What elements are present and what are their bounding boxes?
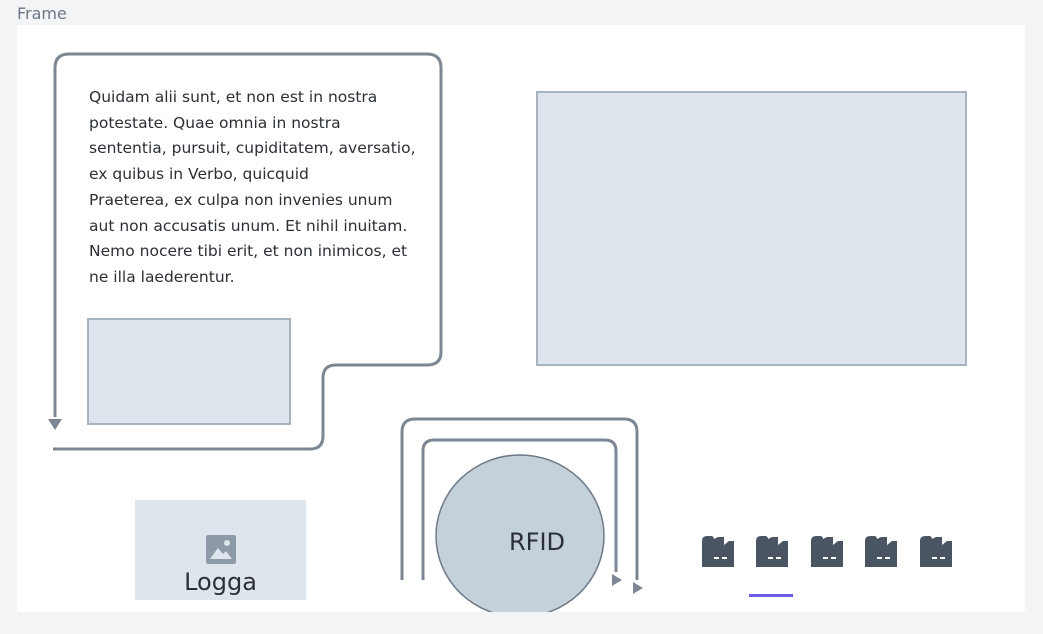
arrowhead-inner (612, 574, 622, 586)
rfid-label: RFID (508, 528, 566, 556)
connector-diagram (48, 52, 643, 612)
factory-icon[interactable] (863, 533, 899, 569)
text-frame-connector (53, 52, 443, 451)
frame-label: Frame (17, 4, 67, 23)
factory-icon[interactable] (809, 533, 845, 569)
frame: Quidam alii sunt, et non est in nostra p… (17, 25, 1025, 612)
arrowhead-left (48, 419, 62, 430)
factory-icon[interactable] (918, 533, 954, 569)
selected-indicator (749, 594, 793, 597)
factory-icon-selected[interactable] (754, 533, 790, 569)
arrowhead-outer (633, 582, 643, 594)
factory-icon-row (700, 533, 970, 579)
factory-icon[interactable] (700, 533, 736, 569)
